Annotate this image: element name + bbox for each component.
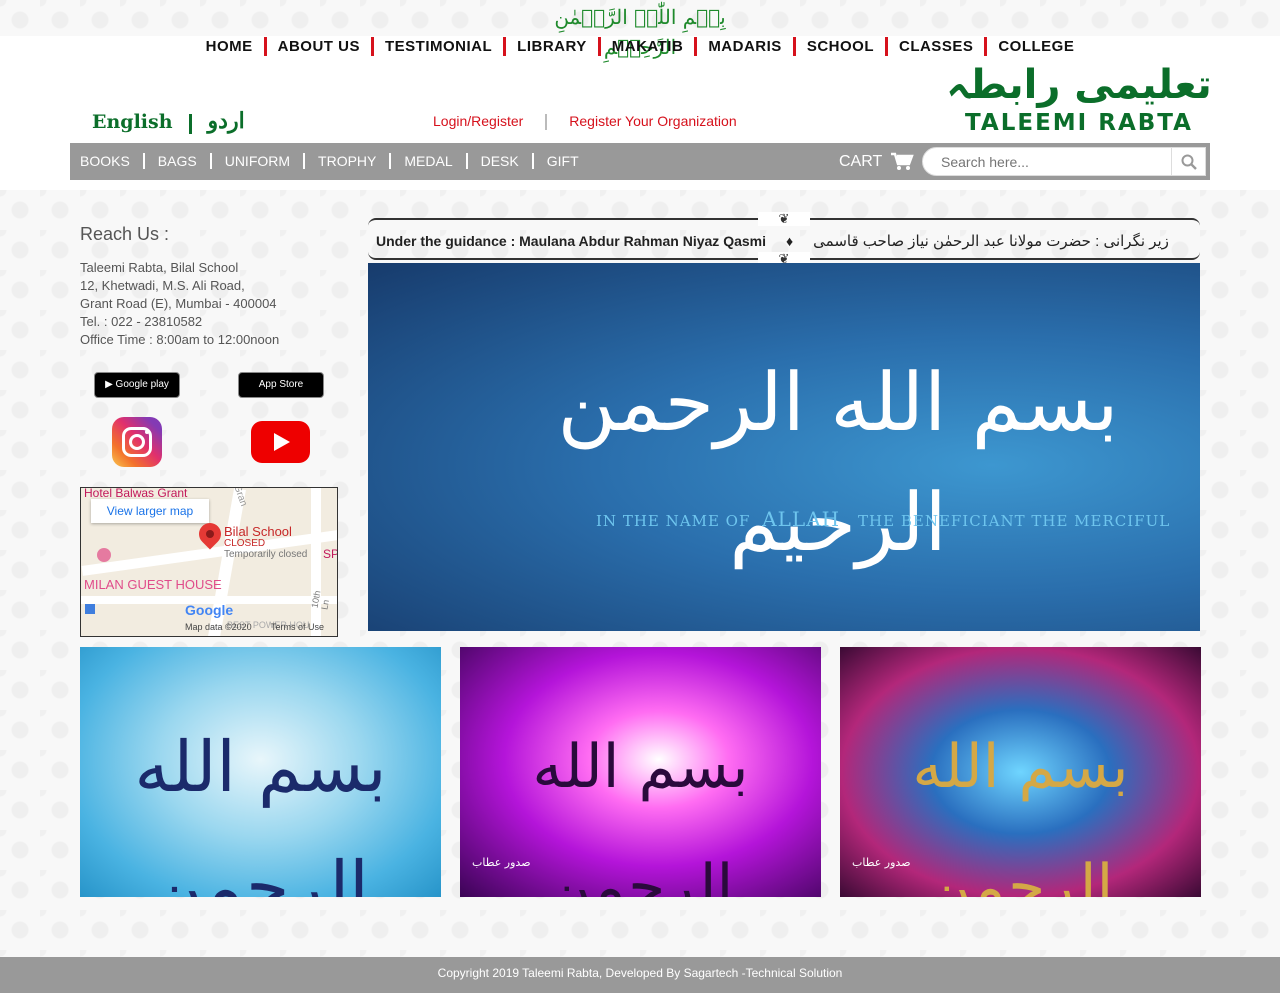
search-box [922,147,1206,176]
nav-college[interactable]: COLLEGE [987,37,1085,56]
category-uniform[interactable]: UNIFORM [225,153,306,169]
reach-us-title: Reach Us : [80,224,170,244]
office-time-line: Office Time : 8:00am to 12:00noon [80,332,280,347]
nav-classes[interactable]: CLASSES [888,37,988,56]
youtube-icon[interactable] [251,421,310,463]
nav-school[interactable]: SCHOOL [796,37,888,56]
tile-signature: صدور عطاب [472,856,531,869]
map-place-detail: Temporarily closed [224,549,308,560]
map-road-10th: 10th Ln [309,589,331,611]
shop-category-bar: BOOKS BAGS UNIFORM TROPHY MEDAL DESK GIFT CART [70,143,1210,180]
tagline-start: IN THE NAME OF [596,512,751,530]
search-icon [1181,154,1197,170]
view-larger-map-link[interactable]: View larger map [91,499,209,523]
copyright-text: Copyright 2019 Taleemi Rabta, Developed … [437,966,843,980]
calligraphy-tile-3[interactable]: بسم الله الرحمن الرحيم صدور عطاب [840,647,1201,897]
tile-calligraphy: بسم الله الرحمن الرحيم [134,726,387,897]
main-nav: HOME ABOUT US TESTIMONIAL LIBRARY MAKATIB MAD… [0,37,1280,56]
nav-library[interactable]: LIBRARY [506,37,601,56]
guidance-separator: ♦ [786,233,794,249]
tagline-end: THE BENEFICIANT THE MERCIFUL [858,512,1171,530]
tile-signature: صدور عطاب [852,856,911,869]
cart-link[interactable]: CART [839,143,915,180]
search-button[interactable] [1171,147,1205,176]
calligraphy-tile-1[interactable]: بسم الله الرحمن الرحيم [80,647,441,897]
nav-about-us[interactable]: ABOUT US [267,37,374,56]
map-place-name: Bilal School [224,524,292,539]
site-logo[interactable]: تعلیمی رابطہ TALEEMI RABTA [946,60,1212,140]
guidance-urdu: زیر نگرانی : حضرت مولانا عبد الرحمٰن نیا… [813,233,1169,250]
lang-english[interactable]: English [92,111,173,133]
google-play-icon: ▶ [105,379,113,390]
instagram-icon[interactable] [112,417,162,467]
map-transit-icon [85,604,95,614]
category-books[interactable]: BOOKS [80,153,145,169]
map-pin-icon [194,518,226,550]
login-register-link[interactable]: Login/Register [433,113,523,129]
address-line: Grant Road (E), Mumbai - 400004 [80,296,277,311]
logo-latin: TALEEMI RABTA [965,110,1193,136]
map-google-logo: Google [185,602,234,618]
register-organization-link[interactable]: Register Your Organization [569,113,736,129]
app-store-badge[interactable]: App Store [238,372,324,398]
map-sp-label: SP [323,547,338,561]
address-line: 12, Khetwadi, M.S. Ali Road, [80,278,245,293]
map-data-attribution: Map data ©2020 [185,622,252,632]
reach-us-section: Reach Us : Taleemi Rabta, Bilal School 1… [80,224,350,349]
tile-calligraphy: بسم الله الرحمن الرحيم [532,732,749,897]
top-pattern-banner: بِسۡمِ اللّٰہِ الرَّحۡمٰنِ الرَّحِیۡمِ [0,0,1280,59]
nav-madaris[interactable]: MADARIS [697,37,796,56]
address-line: Taleemi Rabta, Bilal School [80,260,239,275]
ornament-top-icon: ❦ [758,212,810,226]
hero-banner: بسم الله الرحمن الرحيم IN THE NAME OF AL… [368,263,1200,631]
hero-calligraphy: بسم الله الرحمن الرحيم [557,356,1122,569]
map-hotel-pin-icon [97,548,111,562]
nav-home[interactable]: HOME [195,37,267,56]
map-terms-link[interactable]: Terms of Use [271,622,324,632]
google-play-badge[interactable]: ▶ Google play [94,372,180,398]
category-trophy[interactable]: TROPHY [318,153,392,169]
lang-urdu[interactable]: اردو [208,108,245,134]
nav-makatib[interactable]: MAKATIB [601,37,698,56]
search-input[interactable] [941,153,1161,171]
map-place-status: CLOSED [224,538,266,549]
cart-label: CART [839,153,882,170]
category-gift[interactable]: GIFT [547,153,592,169]
map-guest-house-label: MILAN GUEST HOUSE [84,577,222,592]
embedded-map[interactable]: Hotel Balwas Grant Gran View larger map … [80,487,338,637]
phone-line: Tel. : 022 - 23810582 [80,314,203,329]
site-footer: Copyright 2019 Taleemi Rabta, Developed … [0,957,1280,993]
category-medal[interactable]: MEDAL [404,153,468,169]
nav-testimonial[interactable]: TESTIMONIAL [374,37,507,56]
site-header: بِسۡمِ اللّٰہِ الرَّحۡمٰنِ الرَّحِیۡمِ H… [0,0,1280,190]
guidance-banner: ❦ ❦ Under the guidance : Maulana Abdur R… [368,212,1200,266]
tile-calligraphy: بسم الله الرحمن الرحيم [912,732,1129,897]
app-store-label: App Store [258,379,304,390]
guidance-english: Under the guidance : Maulana Abdur Rahma… [376,233,766,249]
calligraphy-tile-2[interactable]: بسم الله الرحمن الرحيم صدور عطاب [460,647,821,897]
top-bismillah-calligraphy: بِسۡمِ اللّٰہِ الرَّحۡمٰنِ الرَّحِیۡمِ [554,5,726,59]
category-bags[interactable]: BAGS [158,153,212,169]
google-play-label: Google play [115,379,169,390]
language-switch: English اردو [92,108,245,138]
auth-divider [545,114,548,131]
auth-links: Login/Register Register Your Organization [433,113,737,131]
lang-divider [188,113,192,134]
logo-urdu: تعلیمی رابطہ [946,62,1212,108]
hero-tagline: IN THE NAME OF ALLAH THE BENEFICIANT THE … [596,507,1170,531]
tagline-allah: ALLAH [762,507,841,531]
category-desk[interactable]: DESK [481,153,534,169]
cart-icon [891,152,915,170]
